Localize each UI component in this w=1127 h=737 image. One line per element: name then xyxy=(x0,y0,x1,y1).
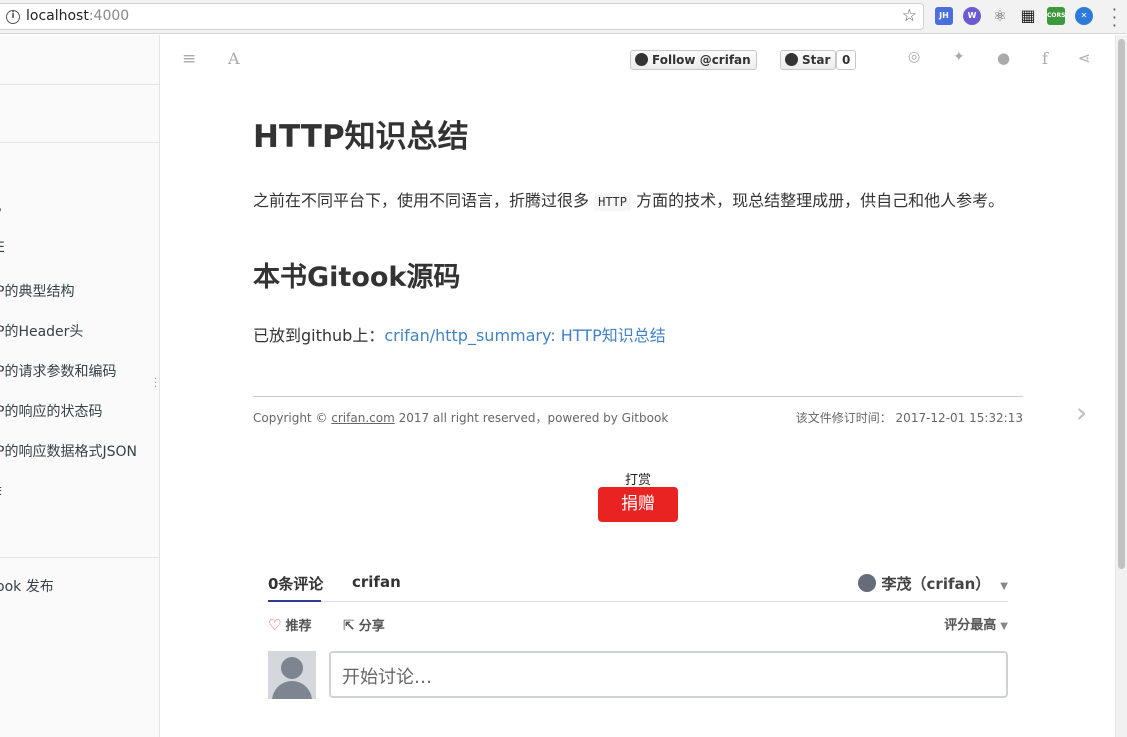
browser-menu-icon[interactable]: · · · xyxy=(1112,2,1117,34)
github-prefix: 已放到github上： xyxy=(253,326,385,345)
revision-time: 该文件修订时间： 2017-12-01 15:32:13 xyxy=(795,411,1023,425)
sidebar-divider xyxy=(0,142,159,143)
share-icon: ⇱ xyxy=(343,618,355,634)
cors-extension-icon[interactable]: CORS xyxy=(1047,7,1065,25)
user-menu[interactable]: 李茂（crifan） ▼ xyxy=(857,573,1008,594)
jh-extension-icon[interactable]: JH xyxy=(935,7,953,25)
sidebar-item-status[interactable]: P的响应的状态码 xyxy=(0,401,102,421)
sidebar-item-1[interactable]: 。 xyxy=(0,196,10,216)
intro-paragraph: 之前在不同平台下，使用不同语言，折腾过很多 HTTP 方面的技术，现总结整理成册… xyxy=(253,187,1004,211)
browser-toolbar: i localhost:4000 ☆ JH W ⚛ ▦ CORS ✕ · · · xyxy=(0,0,1127,34)
sidebar-item-json[interactable]: P的响应数据格式JSON xyxy=(0,441,137,461)
intro-text-2: 方面的技术，现总结整理成册，供自己和他人参考。 xyxy=(636,191,1005,210)
font-settings-icon[interactable]: A xyxy=(228,49,240,68)
twitter-icon[interactable]: ✦ xyxy=(953,49,965,65)
url-port: :4000 xyxy=(88,8,130,24)
copyright-prefix: Copyright © xyxy=(253,411,332,425)
reward-label: 打赏 xyxy=(624,473,651,488)
book-header: ≡ A Follow @crifan Star 0 ◎ ✦ ● f ⋖ xyxy=(160,35,1115,85)
sidebar-resize-handle[interactable]: · · · xyxy=(154,375,157,393)
github-star-count[interactable]: 0 xyxy=(836,50,857,70)
sidebar-item-8[interactable]: ŧ xyxy=(0,483,2,499)
github-icon xyxy=(785,53,798,66)
react-extension-icon[interactable]: ⚛ xyxy=(991,7,1009,25)
translate-extension-icon[interactable]: ✕ xyxy=(1075,7,1093,25)
qq-icon[interactable]: ● xyxy=(997,49,1010,67)
recommend-button[interactable]: ♡ 推荐 xyxy=(268,615,311,634)
sidebar-divider xyxy=(0,557,159,558)
github-follow-button[interactable]: Follow @crifan xyxy=(630,50,757,70)
facebook-icon[interactable]: f xyxy=(1042,49,1048,68)
sidebar-item-header[interactable]: P的Header头 xyxy=(0,321,83,341)
avatar-body xyxy=(272,681,312,699)
copyright-suffix: 2017 all right reserved，powered by Gitbo… xyxy=(394,411,669,425)
sidebar-item-publish[interactable]: ook 发布 xyxy=(0,576,54,596)
github-icon xyxy=(635,53,648,66)
page-title: HTTP知识总结 xyxy=(253,119,469,155)
address-bar[interactable]: i localhost:4000 ☆ xyxy=(0,3,924,30)
github-star-button[interactable]: Star xyxy=(780,50,837,70)
github-paragraph: 已放到github上：crifan/http_summary: HTTP知识总结 xyxy=(253,322,666,346)
follow-label: Follow @crifan xyxy=(652,53,751,67)
chevron-down-icon: ▼ xyxy=(1000,621,1008,632)
weibo-icon[interactable]: ◎ xyxy=(908,49,920,65)
star-label: Star xyxy=(802,53,831,67)
sidebar-item-2[interactable]: E xyxy=(0,240,5,256)
recommend-label: 推荐 xyxy=(285,619,312,634)
avatar-head xyxy=(281,657,303,679)
sidebar-divider xyxy=(0,84,159,85)
qr-extension-icon[interactable]: ▦ xyxy=(1019,7,1037,25)
crifan-link[interactable]: crifan.com xyxy=(331,411,395,425)
sidebar-item-structure[interactable]: P的典型结构 xyxy=(0,281,74,301)
github-repo-link[interactable]: crifan/http_summary: HTTP知识总结 xyxy=(384,326,665,345)
share-label: 分享 xyxy=(358,619,385,634)
next-page-arrow-icon[interactable]: › xyxy=(1076,396,1087,429)
donate-button[interactable]: 捐赠 xyxy=(598,487,678,522)
comments-divider xyxy=(268,601,1008,602)
page-scrollbar[interactable] xyxy=(1115,35,1127,737)
share-icon[interactable]: ⋖ xyxy=(1078,49,1091,67)
sidebar: 。 E P的典型结构 P的Header头 P的请求参数和编码 P的响应的状态码 … xyxy=(0,35,160,737)
chevron-down-icon: ▼ xyxy=(1000,581,1008,592)
section-title: 本书Gitook源码 xyxy=(253,262,461,293)
user-name: 李茂（crifan） xyxy=(881,575,991,593)
heart-icon: ♡ xyxy=(268,616,282,634)
sort-dropdown[interactable]: 评分最高 ▼ xyxy=(944,614,1008,633)
sidebar-item-params[interactable]: P的请求参数和编码 xyxy=(0,361,116,381)
info-icon[interactable]: i xyxy=(6,10,20,24)
footer-divider xyxy=(253,396,1023,397)
comment-input[interactable]: 开始讨论… xyxy=(329,651,1008,698)
tab-community[interactable]: crifan xyxy=(352,573,401,591)
bookmark-star-icon[interactable]: ☆ xyxy=(902,6,917,26)
scrollbar-thumb[interactable] xyxy=(1118,39,1125,569)
active-tab-underline xyxy=(268,600,321,602)
toggle-sidebar-icon[interactable]: ≡ xyxy=(182,49,196,69)
inline-code: HTTP xyxy=(594,193,632,211)
sort-label: 评分最高 xyxy=(944,618,997,633)
tab-comment-count[interactable]: 0条评论 xyxy=(268,573,323,594)
intro-text-1: 之前在不同平台下，使用不同语言，折腾过很多 xyxy=(253,191,590,210)
avatar xyxy=(268,651,316,699)
url-host: localhost xyxy=(26,8,89,24)
user-avatar-icon xyxy=(857,574,876,592)
copyright-text: Copyright © crifan.com 2017 all right re… xyxy=(253,409,668,426)
wappalyzer-extension-icon[interactable]: W xyxy=(963,7,981,25)
url-text[interactable]: localhost:4000 xyxy=(26,8,129,24)
share-button[interactable]: ⇱ 分享 xyxy=(343,615,385,634)
